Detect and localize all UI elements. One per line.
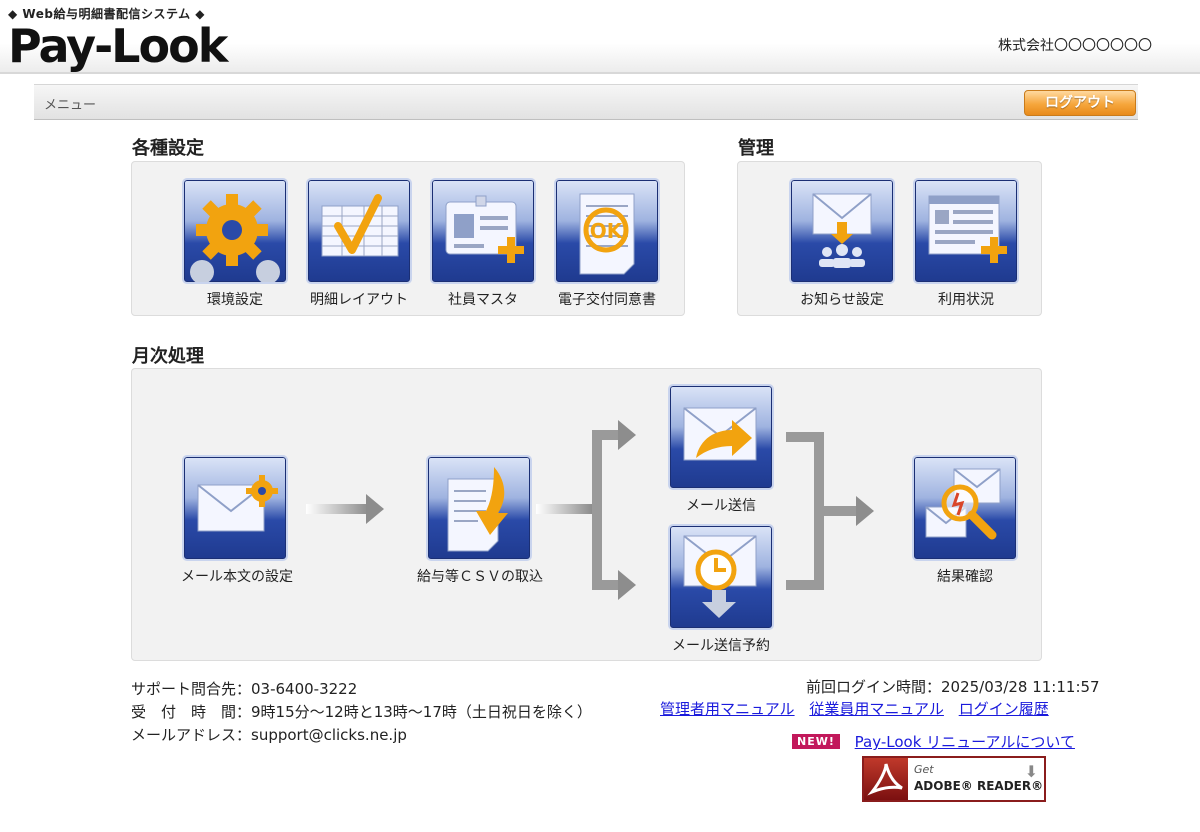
tile-label: メール本文の設定: [181, 569, 293, 585]
tile-mail-body-settings[interactable]: メール本文の設定: [181, 455, 301, 586]
result-check-icon: [912, 455, 1018, 561]
login-history-link[interactable]: ログイン履歴: [959, 700, 1049, 718]
mail-schedule-icon: [668, 524, 774, 630]
tile-environment-settings[interactable]: 環境設定: [182, 178, 288, 309]
tile-label: 社員マスタ: [448, 292, 518, 308]
layout-icon: [306, 178, 412, 284]
tile-result-check[interactable]: 結果確認: [912, 455, 1018, 586]
tile-label: メール送信予約: [672, 638, 770, 654]
adobe-icon: [864, 758, 908, 800]
manual-links: 管理者用マニュアル 従業員用マニュアル ログイン履歴: [660, 698, 1059, 719]
header: ◆ Web給与明細書配信システム ◆ Pay-Look 株式会社〇〇〇〇〇〇〇: [0, 0, 1200, 74]
tile-label: お知らせ設定: [800, 292, 884, 308]
renewal-link[interactable]: Pay-Look リニューアルについて: [855, 733, 1075, 751]
gear-icon: [182, 178, 288, 284]
tile-label: 電子交付同意書: [558, 292, 656, 308]
admin-title: 管理: [738, 138, 774, 159]
monthly-title: 月次処理: [132, 346, 204, 367]
tile-electronic-consent[interactable]: OK 電子交付同意書: [554, 178, 660, 309]
settings-title: 各種設定: [132, 138, 204, 159]
support-info: サポート問合先：03-6400-3222 受 付 時 間：9時15分～12時と1…: [131, 678, 592, 747]
adobe-reader-button[interactable]: Get ADOBE® READER® ⬇: [862, 756, 1046, 802]
mail-send-icon: [668, 384, 774, 490]
support-email: メールアドレス：support@clicks.ne.jp: [131, 726, 407, 744]
consent-document-icon: OK: [554, 178, 660, 284]
tile-label: 結果確認: [937, 569, 993, 585]
tile-mail-schedule[interactable]: メール送信予約: [668, 524, 774, 655]
tile-label: 明細レイアウト: [310, 292, 408, 308]
company-name: 株式会社〇〇〇〇〇〇〇: [998, 38, 1152, 54]
flow-arrows: [306, 420, 874, 600]
usage-icon: [913, 178, 1019, 284]
svg-text:OK: OK: [590, 219, 624, 243]
menu-bar: メニュー ログアウト: [34, 84, 1138, 120]
csv-import-icon: [426, 455, 532, 561]
tile-statement-layout[interactable]: 明細レイアウト: [306, 178, 412, 309]
logo[interactable]: Pay-Look: [8, 18, 228, 74]
notice-icon: [789, 178, 895, 284]
last-login-time: 前回ログイン時間：2025/03/28 11:11:57: [806, 678, 1100, 696]
tile-notice-settings[interactable]: お知らせ設定: [789, 178, 895, 309]
adobe-reader-text: ADOBE® READER®: [914, 779, 1044, 793]
support-hours: 受 付 時 間：9時15分～12時と13時～17時（土日祝日を除く）: [131, 703, 592, 721]
tile-mail-send[interactable]: メール送信: [668, 384, 774, 515]
tile-employee-master[interactable]: 社員マスタ: [430, 178, 536, 309]
admin-manual-link[interactable]: 管理者用マニュアル: [660, 700, 795, 718]
renewal-notice: NEW! Pay-Look リニューアルについて: [792, 731, 1085, 752]
id-card-icon: [430, 178, 536, 284]
menu-label: メニュー: [44, 98, 97, 113]
tile-label: 給与等ＣＳＶの取込: [417, 569, 543, 585]
logout-button[interactable]: ログアウト: [1024, 90, 1136, 116]
tile-label: 環境設定: [207, 292, 263, 308]
new-badge: NEW!: [792, 734, 840, 749]
employee-manual-link[interactable]: 従業員用マニュアル: [809, 700, 944, 718]
download-arrow-icon: ⬇: [1024, 762, 1038, 781]
tile-usage-status[interactable]: 利用状況: [913, 178, 1019, 309]
tile-csv-import[interactable]: 給与等ＣＳＶの取込: [417, 455, 543, 586]
tile-label: 利用状況: [938, 292, 994, 308]
mail-settings-icon: [182, 455, 288, 561]
support-phone: サポート問合先：03-6400-3222: [131, 680, 358, 698]
tile-label: メール送信: [686, 498, 756, 514]
adobe-get-text: Get: [914, 763, 934, 776]
